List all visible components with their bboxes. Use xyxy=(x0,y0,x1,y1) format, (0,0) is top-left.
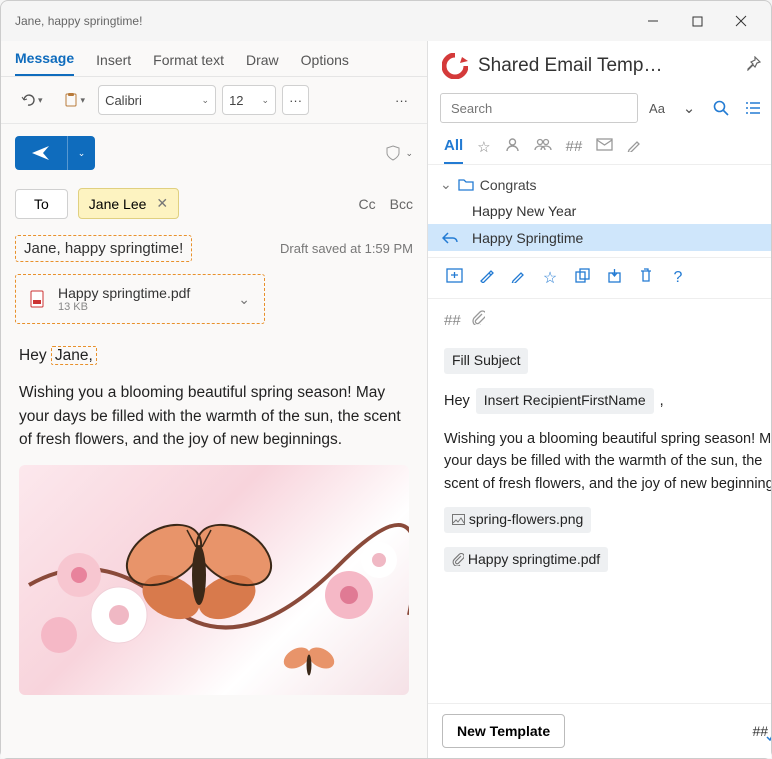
subject-field[interactable]: Jane, happy springtime! xyxy=(15,235,192,262)
minimize-icon xyxy=(647,15,659,27)
tab-format-text[interactable]: Format text xyxy=(153,52,224,76)
insert-recipient-token[interactable]: Insert RecipientFirstName xyxy=(476,388,654,414)
fill-subject-token[interactable]: Fill Subject xyxy=(444,348,528,374)
close-icon xyxy=(735,15,747,27)
image-attachment-chip[interactable]: spring-flowers.png xyxy=(444,507,591,533)
search-icon[interactable] xyxy=(708,95,734,121)
comma: , xyxy=(660,390,664,412)
tab-draw[interactable]: Draw xyxy=(246,52,279,76)
window-title: Jane, happy springtime! xyxy=(15,14,631,28)
body-text: Wishing you a blooming beautiful spring … xyxy=(19,381,409,451)
template-name: Happy Springtime xyxy=(472,230,583,246)
attachment-size: 13 KB xyxy=(58,301,228,313)
chevron-down-icon[interactable]: ⌄ xyxy=(405,148,413,159)
checklist-icon[interactable] xyxy=(740,95,766,121)
send-icon xyxy=(31,145,51,161)
maximize-button[interactable] xyxy=(675,6,719,36)
font-size-toggle[interactable]: Aa xyxy=(644,95,670,121)
draft-status: Draft saved at 1:59 PM xyxy=(280,241,413,256)
minimize-button[interactable] xyxy=(631,6,675,36)
panel-title: Shared Email Temp… xyxy=(478,55,732,77)
pin-icon[interactable] xyxy=(742,56,764,76)
send-button[interactable] xyxy=(15,136,67,170)
chevron-down-icon: ⌄ xyxy=(440,176,452,193)
copy-icon[interactable] xyxy=(572,268,592,288)
tab-insert[interactable]: Insert xyxy=(96,52,131,76)
font-name: Calibri xyxy=(105,93,142,108)
filter-hash[interactable]: ## xyxy=(566,138,583,163)
reply-icon xyxy=(442,231,458,245)
tree-folder[interactable]: ⌄ Congrats xyxy=(428,171,771,198)
footer-hash[interactable]: ## xyxy=(752,723,768,739)
filter-mail-icon[interactable] xyxy=(596,138,613,163)
filter-all[interactable]: All xyxy=(444,137,463,164)
template-item[interactable]: Happy New Year xyxy=(428,198,771,224)
filter-team-icon[interactable] xyxy=(534,137,552,164)
cc-button[interactable]: Cc xyxy=(359,196,376,212)
font-select[interactable]: Calibri ⌄ xyxy=(98,85,216,115)
meta-hash: ## xyxy=(444,309,461,332)
send-dropdown[interactable]: ⌄ xyxy=(67,136,95,170)
close-button[interactable] xyxy=(719,6,763,36)
to-button[interactable]: To xyxy=(15,189,68,219)
chevron-down-icon: ⌄ xyxy=(78,148,86,159)
star-icon[interactable]: ☆ xyxy=(540,268,560,288)
greeting-name-token: Jane, xyxy=(51,346,97,365)
filter-person-icon[interactable] xyxy=(505,137,520,164)
attachment-chip[interactable]: Happy springtime.pdf 13 KB ⌄ xyxy=(15,274,265,324)
chevron-down-icon: ⌄ xyxy=(202,95,210,106)
new-template-button[interactable]: New Template xyxy=(442,714,565,748)
greeting-pre: Hey xyxy=(19,347,51,364)
addin-logo-icon xyxy=(442,53,468,79)
font-size-select[interactable]: 12 ⌄ xyxy=(222,85,276,115)
chevron-down-icon: ▾ xyxy=(81,95,86,106)
edit-icon[interactable] xyxy=(508,268,528,288)
clipboard-icon xyxy=(63,92,79,108)
help-icon[interactable]: ? xyxy=(668,269,688,287)
recipient-name: Jane Lee xyxy=(89,196,147,212)
tab-options[interactable]: Options xyxy=(301,52,349,76)
bcc-button[interactable]: Bcc xyxy=(390,196,413,212)
search-input[interactable] xyxy=(440,93,638,123)
delete-icon[interactable] xyxy=(636,268,656,288)
more-formatting-button[interactable]: ··· xyxy=(282,85,309,115)
folder-icon xyxy=(458,178,474,191)
attachment-icon xyxy=(471,309,485,332)
pdf-attachment-chip[interactable]: Happy springtime.pdf xyxy=(444,547,608,573)
filter-edit-icon[interactable] xyxy=(627,137,642,164)
undo-button[interactable]: ▾ xyxy=(13,85,50,115)
template-item-selected[interactable]: Happy Springtime ⋮ xyxy=(428,224,771,251)
remove-recipient-icon[interactable]: ✕ xyxy=(156,195,168,212)
paste-button[interactable]: ▾ xyxy=(56,85,93,115)
message-body[interactable]: Hey Jane, Wishing you a blooming beautif… xyxy=(1,332,427,758)
image-icon xyxy=(452,514,465,525)
chevron-down-icon[interactable]: ⌄ xyxy=(676,95,702,121)
overflow-button[interactable]: ··· xyxy=(388,85,415,115)
chevron-down-icon: ▾ xyxy=(38,95,43,106)
shield-icon xyxy=(385,145,401,161)
insert-icon[interactable] xyxy=(444,268,464,288)
undo-icon xyxy=(20,92,36,108)
pen-icon[interactable] xyxy=(476,268,496,288)
inline-image xyxy=(19,465,409,695)
ribbon-tabs: Message Insert Format text Draw Options xyxy=(1,41,427,77)
import-icon[interactable] xyxy=(604,268,624,288)
chevron-down-icon: ⌄ xyxy=(262,95,270,106)
chevron-down-icon[interactable]: ⌄ xyxy=(238,291,250,308)
greet-text: Hey xyxy=(444,390,470,412)
attachment-name: Happy springtime.pdf xyxy=(58,285,228,301)
font-size: 12 xyxy=(229,93,243,108)
filter-favorites[interactable]: ☆ xyxy=(477,138,490,164)
maximize-icon xyxy=(692,16,703,27)
pdf-attachment-name: Happy springtime.pdf xyxy=(468,551,600,567)
attachment-icon xyxy=(452,553,464,566)
recipient-chip[interactable]: Jane Lee ✕ xyxy=(78,188,179,219)
folder-name: Congrats xyxy=(480,177,537,193)
template-body-text: Wishing you a blooming beautiful spring … xyxy=(444,428,771,495)
pdf-icon xyxy=(30,290,48,308)
tab-message[interactable]: Message xyxy=(15,50,74,76)
image-attachment-name: spring-flowers.png xyxy=(469,511,583,527)
